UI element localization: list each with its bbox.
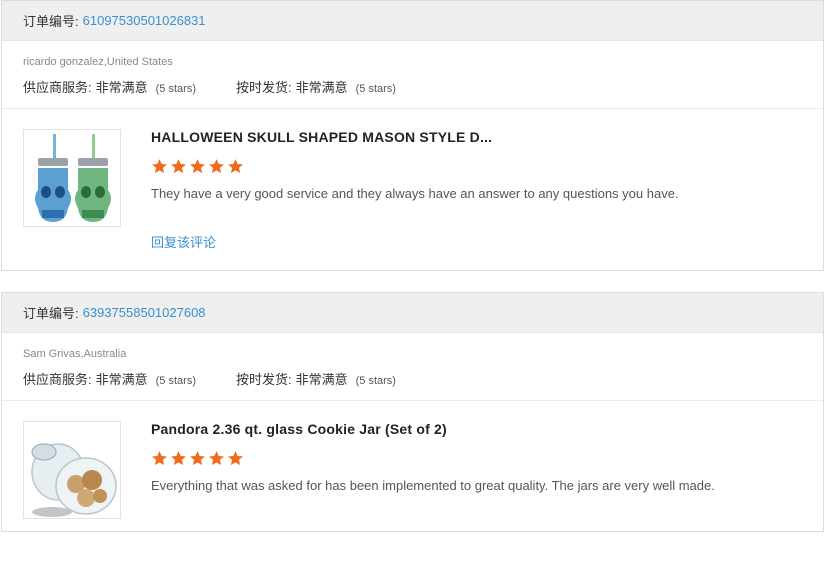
rating-stars [151,450,246,467]
rating-stars [151,158,246,175]
supplier-service-rating: 供应商服务: 非常满意 (5 stars) [23,369,196,388]
star-icon [190,159,205,174]
star-icon [152,451,167,466]
on-time-shipping-rating: 按时发货: 非常满意 (5 stars) [236,77,396,96]
review-text: They have a very good service and they a… [151,186,679,201]
product-title[interactable]: HALLOWEEN SKULL SHAPED MASON STYLE D... [151,129,492,145]
star-icon [228,159,243,174]
product-review: HALLOWEEN SKULL SHAPED MASON STYLE D... … [2,109,823,272]
rating-stars-text: (5 stars) [355,375,396,387]
order-card: 订单编号: 61097530501026831 ricardo gonzalez… [1,0,824,271]
rating-label: 按时发货: [235,372,292,387]
rating-stars-text: (5 stars) [155,375,196,387]
supplier-service-rating: 供应商服务: 非常满意 (5 stars) [23,77,196,96]
buyer-name: Sam Grivas,Australia [23,348,127,360]
review-text: Everything that was asked for has been i… [151,478,715,493]
reply-review-link[interactable]: 回复该评论 [151,232,216,251]
buyer-info: Sam Grivas,Australia 供应商服务: 非常满意 (5 star… [2,333,823,401]
rating-label: 供应商服务: [23,372,92,387]
star-icon [190,451,205,466]
skull-mason-jars-image [35,134,111,222]
order-number-label: 订单编号: [23,306,79,321]
star-icon [171,159,186,174]
order-header: 订单编号: 63937558501027608 [2,293,823,333]
product-review: Pandora 2.36 qt. glass Cookie Jar (Set o… [2,401,823,564]
star-icon [171,451,186,466]
glass-cookie-jar-image [31,443,117,517]
rating-label: 按时发货: [235,80,292,95]
buyer-name: ricardo gonzalez,United States [23,56,173,68]
product-thumbnail[interactable] [23,129,121,227]
star-icon [209,159,224,174]
product-title[interactable]: Pandora 2.36 qt. glass Cookie Jar (Set o… [151,421,447,437]
star-icon [152,159,167,174]
on-time-shipping-rating: 按时发货: 非常满意 (5 stars) [236,369,396,388]
rating-value: 非常满意 [295,372,348,387]
seller-ratings: 供应商服务: 非常满意 (5 stars) 按时发货: 非常满意 (5 star… [23,77,823,96]
rating-value: 非常满意 [95,372,148,387]
rating-stars-text: (5 stars) [355,83,396,95]
order-header: 订单编号: 61097530501026831 [2,1,823,41]
seller-ratings: 供应商服务: 非常满意 (5 stars) 按时发货: 非常满意 (5 star… [23,369,823,388]
rating-value: 非常满意 [295,80,348,95]
product-thumbnail[interactable] [23,421,121,519]
star-icon [228,451,243,466]
buyer-info: ricardo gonzalez,United States 供应商服务: 非常… [2,41,823,109]
order-card: 订单编号: 63937558501027608 Sam Grivas,Austr… [1,292,824,532]
order-number-link[interactable]: 61097530501026831 [83,13,206,28]
order-number-link[interactable]: 63937558501027608 [83,305,206,320]
order-number-label: 订单编号: [23,14,79,29]
star-icon [209,451,224,466]
rating-label: 供应商服务: [23,80,92,95]
rating-value: 非常满意 [95,80,148,95]
rating-stars-text: (5 stars) [155,83,196,95]
